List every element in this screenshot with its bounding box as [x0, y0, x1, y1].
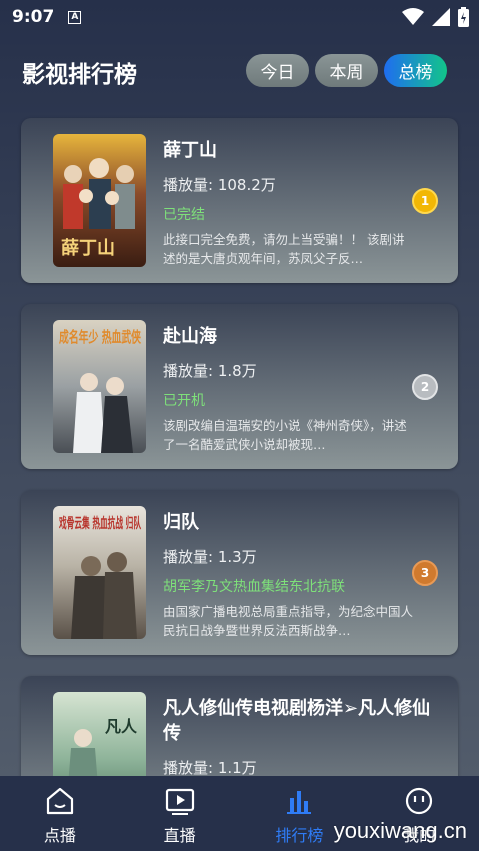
status-icons — [402, 7, 469, 27]
poster-title-text: 薛丁山 — [61, 238, 115, 259]
item-status: 胡军李乃文热血集结东北抗联 — [163, 579, 345, 595]
nav-label: 排行榜 — [275, 826, 324, 845]
item-title[interactable]: 薛丁山 — [163, 138, 413, 163]
item-play-count: 播放量: 1.1万 — [163, 759, 257, 777]
bar-chart-icon — [287, 791, 312, 814]
ranking-list: 薛丁山 薛丁山 播放量: 108.2万 已完结 此接口完全免费，请勿上当受骗！！… — [21, 118, 458, 851]
poster-image[interactable]: 薛丁山 — [53, 134, 146, 267]
home-icon — [46, 787, 73, 815]
item-status: 已开机 — [163, 393, 205, 409]
tab-overall[interactable]: 总榜 — [384, 54, 447, 87]
item-play-count: 播放量: 108.2万 — [163, 176, 276, 194]
item-description: 该剧改编自温瑞安的小说《神州奇侠》，讲述了一名酷爱武侠小说却被现… — [163, 418, 407, 452]
item-info: 凡人修仙传电视剧杨洋➢凡人修仙传 播放量: 1.1万 — [163, 696, 430, 778]
item-info: 薛丁山 播放量: 108.2万 已完结 此接口完全免费，请勿上当受骗！！ 该剧讲… — [163, 138, 413, 268]
wifi-icon — [402, 8, 424, 25]
notification-a-icon: A — [68, 10, 82, 24]
item-title[interactable]: 赴山海 — [163, 324, 413, 349]
poster-title-text: 凡人 — [105, 717, 138, 736]
item-description: 由国家广播电视总局重点指导，为纪念中国人民抗日战争暨世界反法西斯战争… — [163, 604, 413, 638]
item-title[interactable]: 凡人修仙传电视剧杨洋➢凡人修仙传 — [163, 696, 448, 746]
poster-title-text: 戏骨云集 热血抗战 归队 — [58, 515, 141, 532]
item-description: 此接口完全免费，请勿上当受骗！！ 该剧讲述的是大唐贞观年间，苏凤父子反… — [163, 232, 405, 266]
page-title: 影视排行榜 — [22, 62, 137, 88]
item-info: 赴山海 播放量: 1.8万 已开机 该剧改编自温瑞安的小说《神州奇侠》，讲述了一… — [163, 324, 413, 454]
rank-badge-gold: 1 — [412, 188, 438, 214]
signal-icon — [432, 8, 450, 26]
item-info: 归队 播放量: 1.3万 胡军李乃文热血集结东北抗联 由国家广播电视总局重点指导… — [163, 510, 413, 640]
poster-image[interactable]: 成名年少 热血武侠 — [53, 320, 146, 453]
tv-play-icon — [165, 788, 194, 815]
face-icon — [406, 787, 433, 815]
rank-badge-silver: 2 — [412, 374, 438, 400]
status-bar: 9:07 A — [0, 0, 479, 34]
nav-item-live[interactable]: 直播 — [120, 776, 240, 851]
tab-week[interactable]: 本周 — [315, 54, 378, 87]
nav-item-vod[interactable]: 点播 — [0, 776, 120, 851]
item-play-count: 播放量: 1.3万 — [163, 548, 257, 566]
status-time: 9:07 — [12, 7, 55, 27]
ranking-tabs: 今日 本周 总榜 — [246, 54, 447, 87]
tab-today[interactable]: 今日 — [246, 54, 309, 87]
battery-icon — [458, 7, 469, 27]
ranking-item[interactable]: 戏骨云集 热血抗战 归队 归队 播放量: 1.3万 胡军李乃文热血集结东北抗联 … — [21, 490, 458, 655]
ranking-item[interactable]: 薛丁山 薛丁山 播放量: 108.2万 已完结 此接口完全免费，请勿上当受骗！！… — [21, 118, 458, 283]
rank-badge-bronze: 3 — [412, 560, 438, 586]
header: 影视排行榜 今日 本周 总榜 — [0, 50, 479, 90]
poster-title-text: 成名年少 热血武侠 — [59, 328, 142, 346]
item-status: 已完结 — [163, 207, 205, 223]
poster-image[interactable]: 戏骨云集 热血抗战 归队 — [53, 506, 146, 639]
item-title[interactable]: 归队 — [163, 510, 413, 535]
ranking-item[interactable]: 成名年少 热血武侠 赴山海 播放量: 1.8万 已开机 该剧改编自温瑞安的小说《… — [21, 304, 458, 469]
nav-label: 点播 — [43, 826, 76, 845]
nav-label: 直播 — [163, 826, 196, 845]
item-play-count: 播放量: 1.8万 — [163, 362, 257, 380]
watermark: youxiwang.cn — [333, 818, 467, 843]
